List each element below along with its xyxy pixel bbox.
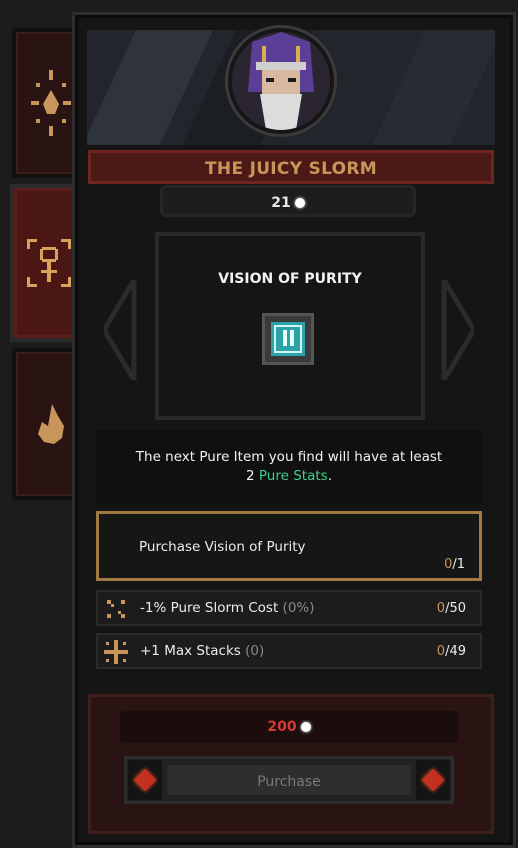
upgrade-count: 0/1: [444, 557, 465, 572]
right-gem-ornament-icon: [416, 760, 450, 800]
currency-amount: 21: [271, 195, 291, 211]
title-bar: THE JUICY SLORM: [88, 150, 494, 184]
upgrade-count: 0/49: [436, 644, 466, 659]
cross-plus-icon: [104, 640, 128, 664]
upgrade-label: -1% Pure Slorm Cost (0%): [140, 600, 315, 616]
flame-star-icon: [31, 70, 71, 136]
upgrade-max-stacks[interactable]: +1 Max Stacks (0) 0/49: [96, 633, 482, 669]
description-line-2: 2 Pure Stats.: [246, 468, 332, 484]
wizard-portrait-icon: [228, 28, 334, 134]
pure-stats-highlight: Pure Stats: [258, 468, 328, 484]
pure-item-icon[interactable]: [262, 313, 314, 365]
description-line-1: The next Pure Item you find will have at…: [135, 449, 443, 465]
item-description: The next Pure Item you find will have at…: [96, 430, 482, 504]
purchase-button-label: Purchase: [257, 774, 321, 790]
upgrade-label: +1 Max Stacks (0): [140, 643, 265, 659]
upgrade-pure-slorm-cost[interactable]: -1% Pure Slorm Cost (0%) 0/50: [96, 590, 482, 626]
upgrade-count: 0/50: [436, 601, 466, 616]
crossed-arrows-icon: [107, 600, 125, 618]
purchase-button[interactable]: Purchase: [124, 756, 454, 804]
next-arrow-icon[interactable]: [440, 280, 474, 380]
page-title: THE JUICY SLORM: [205, 159, 377, 179]
left-gem-ornament-icon: [128, 760, 162, 800]
slorm-gem-icon: [300, 722, 311, 732]
item-name: VISION OF PURITY: [218, 271, 362, 287]
price-display: 200: [120, 711, 458, 743]
upgrade-label: Purchase Vision of Purity: [139, 539, 306, 555]
price-amount: 200: [267, 719, 297, 735]
target-figure-icon: [27, 239, 71, 287]
currency-display: 21: [160, 185, 416, 217]
previous-arrow-icon[interactable]: [104, 280, 138, 380]
slorm-gem-icon: [294, 198, 305, 208]
flame-icon: [38, 404, 64, 444]
upgrade-purchase-vision[interactable]: Purchase Vision of Purity 0/1: [96, 511, 482, 581]
